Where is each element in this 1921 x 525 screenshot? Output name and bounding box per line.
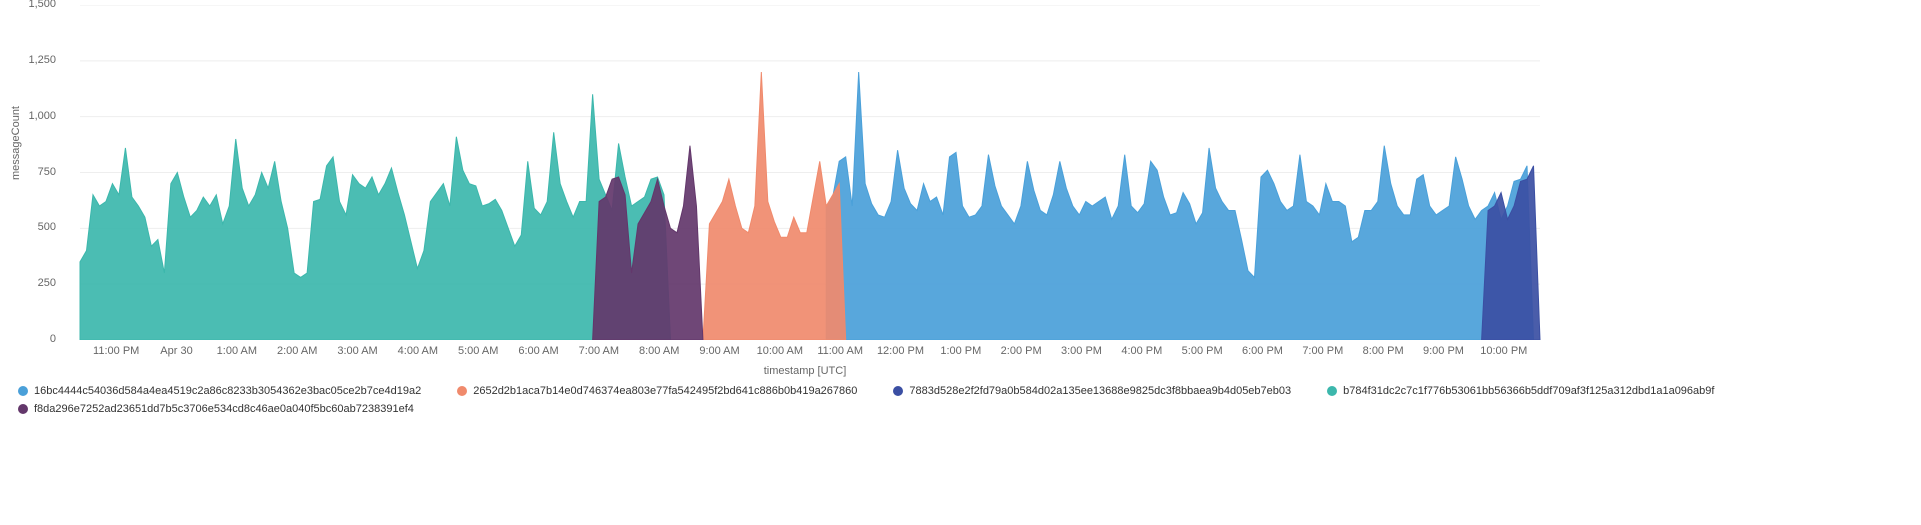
series-s4_teal bbox=[80, 94, 670, 340]
x-tick: 5:00 PM bbox=[1182, 345, 1223, 357]
x-tick: 7:00 PM bbox=[1302, 345, 1343, 357]
legend-item[interactable]: 2652d2b1aca7b14e0d746374ea803e77fa542495… bbox=[457, 385, 857, 397]
x-tick: 12:00 PM bbox=[877, 345, 924, 357]
legend-label: 7883d528e2f2fd79a0b584d02a135ee13688e982… bbox=[909, 385, 1291, 397]
area-svg bbox=[60, 5, 1550, 340]
x-tick: 1:00 AM bbox=[217, 345, 257, 357]
series-s2_orange bbox=[703, 72, 846, 340]
y-axis-label: messageCount bbox=[10, 106, 22, 180]
legend-item[interactable]: 16bc4444c54036d584a4ea4519c2a86c8233b305… bbox=[18, 385, 421, 397]
legend-item[interactable]: f8da296e7252ad23651dd7b5c3706e534cd8c46a… bbox=[18, 403, 414, 415]
legend-swatch bbox=[18, 404, 28, 414]
x-tick: 1:00 PM bbox=[940, 345, 981, 357]
x-tick: Apr 30 bbox=[160, 345, 192, 357]
x-tick: 6:00 AM bbox=[518, 345, 558, 357]
legend-item[interactable]: b784f31dc2c7c1f776b53061bb56366b5ddf709a… bbox=[1327, 385, 1714, 397]
x-tick: 11:00 PM bbox=[93, 345, 139, 357]
legend-item[interactable]: 7883d528e2f2fd79a0b584d02a135ee13688e982… bbox=[893, 385, 1291, 397]
legend-label: 2652d2b1aca7b14e0d746374ea803e77fa542495… bbox=[473, 385, 857, 397]
series-s1_blue bbox=[826, 72, 1533, 340]
y-tick: 500 bbox=[28, 221, 56, 233]
x-tick: 2:00 AM bbox=[277, 345, 317, 357]
x-tick: 4:00 PM bbox=[1121, 345, 1162, 357]
x-tick: 2:00 PM bbox=[1001, 345, 1042, 357]
y-tick: 0 bbox=[28, 333, 56, 345]
legend-swatch bbox=[893, 386, 903, 396]
x-tick: 8:00 AM bbox=[639, 345, 679, 357]
legend-label: f8da296e7252ad23651dd7b5c3706e534cd8c46a… bbox=[34, 403, 414, 415]
x-tick: 3:00 PM bbox=[1061, 345, 1102, 357]
legend: 16bc4444c54036d584a4ea4519c2a86c8233b305… bbox=[18, 385, 1898, 415]
y-tick: 1,250 bbox=[28, 54, 56, 66]
y-tick: 1,000 bbox=[28, 110, 56, 122]
x-tick: 11:00 AM bbox=[817, 345, 863, 357]
x-tick: 4:00 AM bbox=[398, 345, 438, 357]
legend-swatch bbox=[457, 386, 467, 396]
plot-area[interactable] bbox=[60, 5, 1550, 340]
legend-label: 16bc4444c54036d584a4ea4519c2a86c8233b305… bbox=[34, 385, 421, 397]
x-tick: 10:00 PM bbox=[1480, 345, 1527, 357]
legend-swatch bbox=[1327, 386, 1337, 396]
chart-container: messageCount timestamp [UTC] 16bc4444c54… bbox=[0, 0, 1921, 525]
y-tick: 1,500 bbox=[28, 0, 56, 10]
y-tick: 750 bbox=[28, 166, 56, 178]
x-tick: 8:00 PM bbox=[1363, 345, 1404, 357]
x-tick: 5:00 AM bbox=[458, 345, 498, 357]
x-tick: 9:00 PM bbox=[1423, 345, 1464, 357]
x-axis-label: timestamp [UTC] bbox=[60, 365, 1550, 377]
y-tick: 250 bbox=[28, 277, 56, 289]
legend-swatch bbox=[18, 386, 28, 396]
x-tick: 6:00 PM bbox=[1242, 345, 1283, 357]
x-tick: 9:00 AM bbox=[699, 345, 739, 357]
legend-label: b784f31dc2c7c1f776b53061bb56366b5ddf709a… bbox=[1343, 385, 1714, 397]
series-s5_purple bbox=[593, 146, 703, 340]
x-tick: 7:00 AM bbox=[579, 345, 619, 357]
x-tick: 10:00 AM bbox=[757, 345, 803, 357]
x-tick: 3:00 AM bbox=[337, 345, 377, 357]
